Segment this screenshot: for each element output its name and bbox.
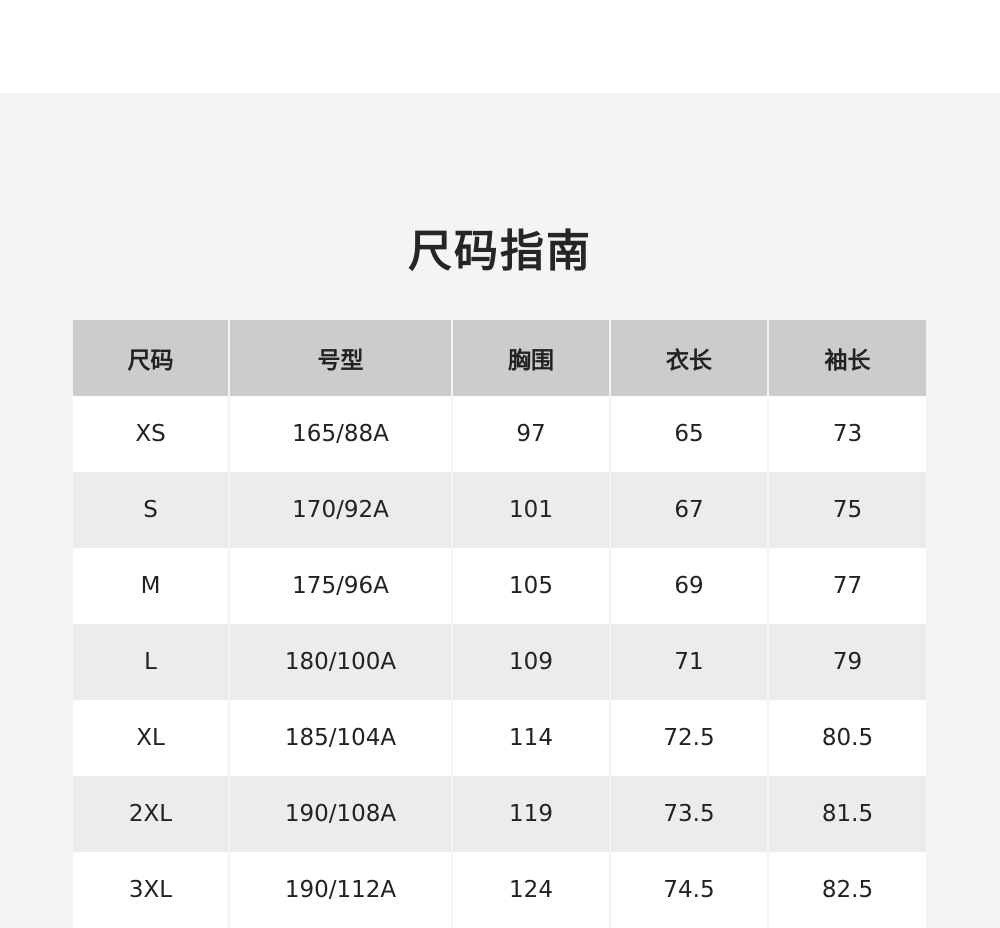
cell-chest: 101 [451,472,610,548]
cell-size: M [73,548,229,624]
cell-size: S [73,472,229,548]
cell-sleeve: 73 [767,396,926,472]
header-fit-code: 号型 [228,320,452,396]
cell-length: 69 [609,548,768,624]
cell-fit-code: 165/88A [228,396,452,472]
cell-fit-code: 185/104A [228,700,452,776]
cell-length: 73.5 [609,776,768,852]
cell-sleeve: 80.5 [767,700,926,776]
cell-fit-code: 190/112A [228,852,452,928]
cell-size: 3XL [73,852,229,928]
cell-sleeve: 77 [767,548,926,624]
cell-fit-code: 175/96A [228,548,452,624]
header-sleeve: 袖长 [767,320,926,396]
header-size: 尺码 [73,320,229,396]
table-row: S 170/92A 101 67 75 [73,472,926,548]
cell-length: 65 [609,396,768,472]
cell-chest: 114 [451,700,610,776]
table-row: L 180/100A 109 71 79 [73,624,926,700]
cell-chest: 105 [451,548,610,624]
cell-length: 74.5 [609,852,768,928]
table-row: XL 185/104A 114 72.5 80.5 [73,700,926,776]
cell-sleeve: 79 [767,624,926,700]
size-chart-table: 尺码 号型 胸围 衣长 袖长 XS 165/88A 97 65 73 S 170… [73,320,926,928]
cell-sleeve: 75 [767,472,926,548]
cell-size: XS [73,396,229,472]
cell-chest: 97 [451,396,610,472]
cell-chest: 119 [451,776,610,852]
top-blank-strip [0,0,1000,93]
cell-fit-code: 180/100A [228,624,452,700]
table-row: M 175/96A 105 69 77 [73,548,926,624]
cell-length: 71 [609,624,768,700]
cell-size: L [73,624,229,700]
cell-sleeve: 81.5 [767,776,926,852]
table-row: XS 165/88A 97 65 73 [73,396,926,472]
header-length: 衣长 [609,320,768,396]
cell-sleeve: 82.5 [767,852,926,928]
cell-size: 2XL [73,776,229,852]
cell-fit-code: 190/108A [228,776,452,852]
cell-length: 72.5 [609,700,768,776]
cell-fit-code: 170/92A [228,472,452,548]
table-row: 3XL 190/112A 124 74.5 82.5 [73,852,926,928]
table-row: 2XL 190/108A 119 73.5 81.5 [73,776,926,852]
header-chest: 胸围 [451,320,610,396]
cell-chest: 124 [451,852,610,928]
page-title: 尺码指南 [408,226,592,278]
cell-length: 67 [609,472,768,548]
table-header-row: 尺码 号型 胸围 衣长 袖长 [73,320,926,396]
cell-size: XL [73,700,229,776]
cell-chest: 109 [451,624,610,700]
